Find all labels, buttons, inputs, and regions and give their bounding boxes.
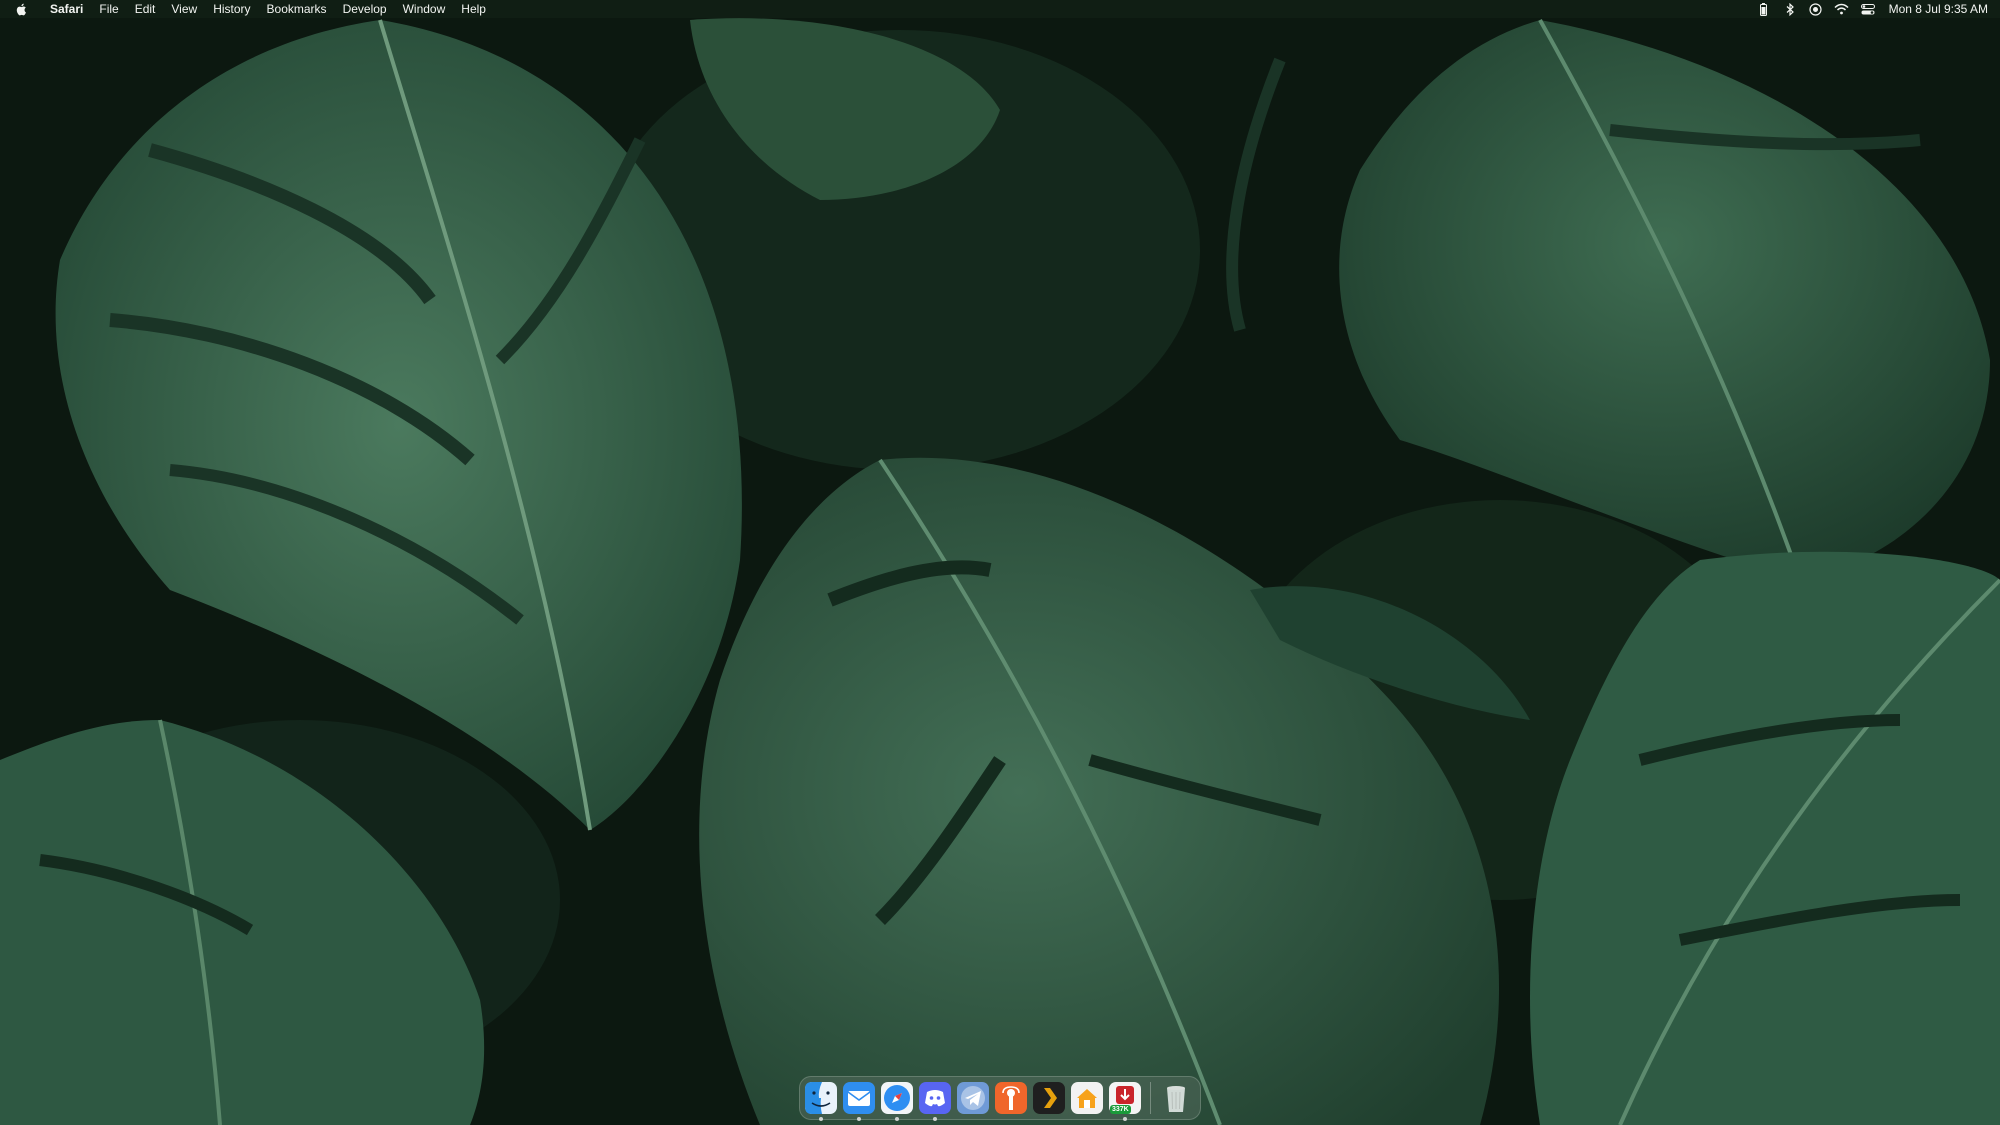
apple-menu-icon[interactable] (0, 0, 42, 18)
menu-help[interactable]: Help (453, 0, 494, 18)
menu-view[interactable]: View (163, 0, 205, 18)
dock-item-downloader[interactable]: 337K (1108, 1081, 1142, 1121)
menu-window[interactable]: Window (395, 0, 454, 18)
dock-item-safari[interactable] (880, 1081, 914, 1121)
dock-item-discord[interactable] (918, 1081, 952, 1121)
finder-icon (805, 1082, 837, 1114)
battery-icon[interactable] (1751, 0, 1777, 18)
running-indicator (857, 1117, 861, 1121)
bluetooth-icon[interactable] (1777, 0, 1803, 18)
dock-item-plex[interactable] (1032, 1081, 1066, 1115)
menu-develop[interactable]: Develop (335, 0, 395, 18)
dock-item-castro[interactable] (994, 1081, 1028, 1115)
menu-file[interactable]: File (91, 0, 126, 18)
desktop: Safari File Edit View History Bookmarks … (0, 0, 2000, 1125)
dock-item-home[interactable] (1070, 1081, 1104, 1115)
dock-item-mail[interactable] (842, 1081, 876, 1121)
running-indicator (895, 1117, 899, 1121)
control-center-icon[interactable] (1855, 0, 1881, 18)
dock: 337K (799, 1076, 1201, 1121)
monstera-wallpaper (0, 0, 2000, 1125)
dock-item-trash[interactable] (1159, 1081, 1193, 1115)
running-indicator (1123, 1117, 1127, 1121)
mail-icon (843, 1082, 875, 1114)
menu-edit[interactable]: Edit (127, 0, 164, 18)
dock-item-finder[interactable] (804, 1081, 838, 1121)
castro-icon (995, 1082, 1027, 1114)
telegram-icon (957, 1082, 989, 1114)
menu-bookmarks[interactable]: Bookmarks (259, 0, 335, 18)
menu-app-safari[interactable]: Safari (42, 0, 91, 18)
dock-item-telegram[interactable] (956, 1081, 990, 1115)
discord-icon (919, 1082, 951, 1114)
screen-record-icon[interactable] (1803, 0, 1829, 18)
wifi-icon[interactable] (1829, 0, 1855, 18)
download-speed-badge: 337K (1110, 1105, 1131, 1114)
home-icon (1071, 1082, 1103, 1114)
menu-bar-clock[interactable]: Mon 8 Jul 9:35 AM (1881, 0, 1988, 18)
running-indicator (819, 1117, 823, 1121)
safari-icon (881, 1082, 913, 1114)
trash-icon (1167, 1086, 1185, 1112)
plex-icon (1033, 1082, 1065, 1114)
menu-bar: Safari File Edit View History Bookmarks … (0, 0, 2000, 18)
dock-separator (1150, 1082, 1151, 1114)
menu-history[interactable]: History (205, 0, 258, 18)
running-indicator (933, 1117, 937, 1121)
